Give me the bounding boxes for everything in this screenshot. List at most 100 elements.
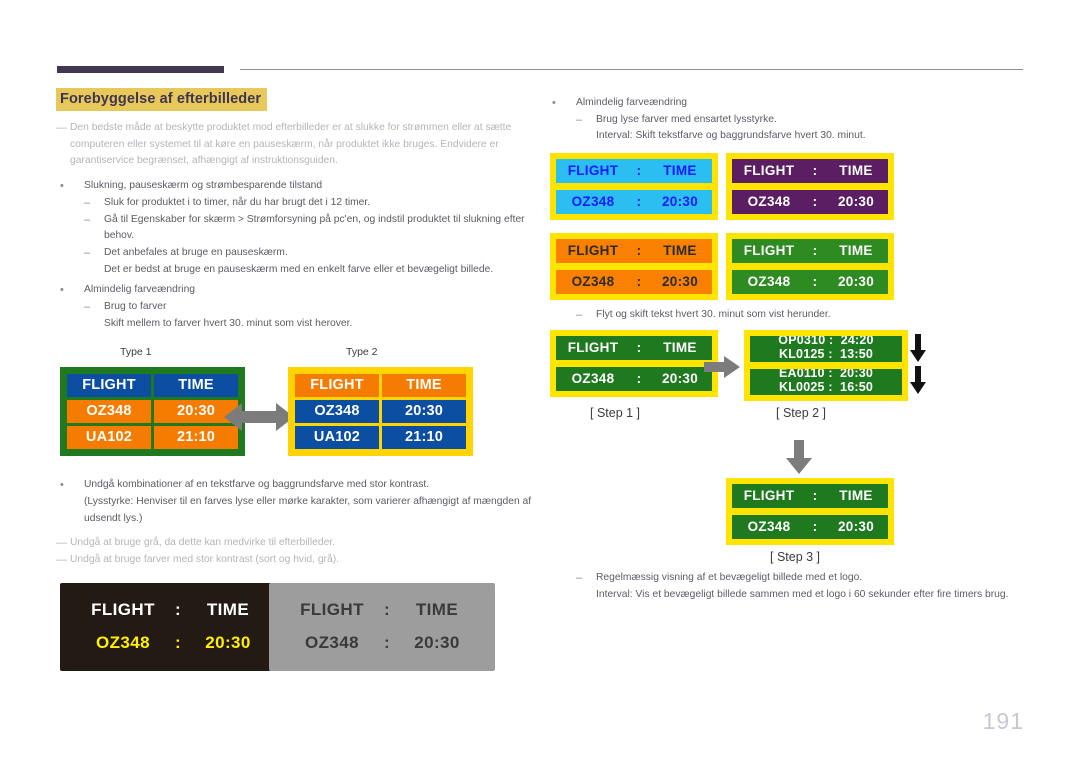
sample-dark-value-line: OZ348 : 20:30 [80,633,266,653]
bullet-r-color-change: • Almindelig farveændring [548,95,1028,112]
intro-note-text: Den bedste måde at beskytte produktet mo… [70,122,512,167]
banner-green-sep: : [812,243,818,259]
down-arrow-icon [786,439,812,474]
header-rule [240,69,1023,70]
banner-step3-time-label: TIME [839,487,873,503]
banner-step3-flight-value: OZ348 [747,518,791,534]
sample-dark-time-label: TIME [206,599,250,619]
dash-icon: – [576,113,583,126]
banner-green-time-value: 20:30 [837,274,875,290]
cell-time-header: TIME [382,374,466,398]
left-column: Forebyggelse af efterbilleder — Den beds… [56,88,546,679]
sample-boards-row: FLIGHT : TIME OZ348 : 20:30 FLIGHT : TIM… [56,582,546,679]
dash-logo-display-text: Regelmæssig visning af et bevægeligt bil… [596,571,863,583]
note-dash: — [56,122,67,135]
banner-green-time-label: TIME [839,243,873,259]
dash-bright-colors-text: Brug lyse farver med ensartet lysstyrke. [596,113,777,125]
steps-row-2: FLIGHT : TIME OZ348 : 20:30 [ Step 3 ] [548,439,1028,568]
banner-step3-time-value: 20:30 [837,518,875,534]
note-avoid-high-contrast: — Undgå at bruge farver med stor kontras… [56,552,546,569]
banner-purple-sep: : [812,163,818,179]
banner-cyan-sep-2: : [636,194,642,210]
banner-purple-sep-2: : [812,194,818,210]
double-arrow-icon [224,403,294,432]
cell-flight-header: FLIGHT [295,374,379,398]
note-dash: — [56,537,67,550]
flight-board-type1: FLIGHT TIME OZ348 20:30 UA102 21:10 [60,367,245,457]
banner-purple-time-label: TIME [839,163,873,179]
banner-step3-flight-label: FLIGHT [743,487,795,503]
banner-cyan-value: OZ348 : 20:30 [556,190,712,215]
scroll-window-1: OP0310 : 24:20 KL0125 : 13:50 [750,335,902,362]
dash-two-hours: – Sluk for produktet i to timer, når du … [56,195,546,212]
banner-orange-value: OZ348 : 20:30 [556,270,712,295]
step2-label: [ Step 2 ] [776,405,827,420]
sample-gray-header-line: FLIGHT : TIME [289,600,475,620]
table-row: UA102 21:10 [67,426,238,450]
cell-flight-header: FLIGHT [67,374,151,398]
type1-label: Type 1 [120,346,152,359]
banner-cyan-header: FLIGHT : TIME [556,159,712,184]
banner-purple-time-value: 20:30 [837,194,875,210]
sample-gray-time-label: TIME [415,599,459,619]
bullet-dot: • [60,284,64,297]
cell-time-header: TIME [154,374,238,398]
banner-step1-flight-value: OZ348 [571,370,615,386]
note-avoid-gray: — Undgå at bruge grå, da dette kan medvi… [56,535,546,552]
sample-dark-header-line: FLIGHT : TIME [80,600,266,620]
dash-logo-display-subtext: Interval: Vis et bevægeligt billede samm… [596,588,1009,600]
banner-purple-value: OZ348 : 20:30 [732,190,888,215]
cell-flight-2: UA102 [295,426,379,450]
document-page: Forebyggelse af efterbilleder — Den beds… [0,0,1080,763]
banner-orange-time-value: 20:30 [661,274,699,290]
type-labels-row: Type 1 Type 2 [56,346,546,363]
cell-flight-1: OZ348 [295,400,379,424]
banner-cyan-time-label: TIME [663,163,697,179]
scrolling-board-step2: OP0310 : 24:20 KL0125 : 13:50 EA0110 : 2… [744,329,908,401]
dash-icon: – [84,246,91,259]
dash-icon: – [576,571,583,584]
banner-orange-flight-value: OZ348 [571,274,615,290]
banner-orange-time-label: TIME [663,243,697,259]
table-row: UA102 21:10 [295,426,466,450]
scroll-w1-line2: KL0125 : 13:50 [778,346,874,361]
banner-board-purple: FLIGHT : TIME OZ348 : 20:30 [726,153,894,221]
bullet-avoid-contrast-subtext: (Lysstyrke: Henviser til en farves lyse … [84,496,532,524]
banner-step1-sep-2: : [636,370,642,386]
dash-bright-colors: – Brug lyse farver med ensartet lysstyrk… [548,112,1028,129]
flight-board-type2: FLIGHT TIME OZ348 20:30 UA102 21:10 [288,367,473,457]
banner-orange-flight-label: FLIGHT [567,243,619,259]
sample-gray-separator: : [383,599,391,619]
dash-move-text: – Flyt og skift tekst hvert 30. minut so… [548,307,1028,324]
sample-gray-flight-value: OZ348 [305,632,359,652]
bullet-dot: • [60,479,64,492]
scroll-w1-line1: OP0310 : 24:20 [778,335,874,347]
dash-move-text-text: Flyt og skift tekst hvert 30. minut som … [596,309,831,321]
cell-flight-2: UA102 [67,426,151,450]
step3-label: [ Step 3 ] [770,549,821,564]
sample-dark-flight-value: OZ348 [96,632,150,652]
dash-bright-colors-subtext: Interval: Skift tekstfarve og baggrundsf… [596,130,866,142]
bullet-color-change-text: Almindelig farveændring [84,284,196,296]
banner-board-step1: FLIGHT : TIME OZ348 : 20:30 [550,329,718,397]
sample-dark-separator: : [174,599,182,619]
banner-green-value: OZ348 : 20:30 [732,270,888,295]
banner-step3-header: FLIGHT : TIME [732,483,888,508]
sample-gray-time-value: 20:30 [414,632,460,652]
note-dash: — [56,554,67,567]
banner-board-green: FLIGHT : TIME OZ348 : 20:30 [726,233,894,301]
banner-cyan-flight-label: FLIGHT [567,163,619,179]
header-accent-bar [57,66,224,73]
cell-time-1: 20:30 [382,400,466,424]
banner-board-cyan: FLIGHT : TIME OZ348 : 20:30 [550,153,718,221]
bullet-power-off: • Slukning, pauseskærm og strømbesparend… [56,178,546,195]
page-number: 191 [982,708,1024,734]
banner-board-orange: FLIGHT : TIME OZ348 : 20:30 [550,233,718,301]
banner-purple-flight-value: OZ348 [747,194,791,210]
scroll-w2-line2: KL0025 : 16:50 [778,379,874,394]
dash-logo-display: – Regelmæssig visning af et bevægeligt b… [548,570,1028,587]
note-avoid-gray-text: Undgå at bruge grå, da dette kan medvirk… [70,537,336,549]
table-row: FLIGHT TIME [67,374,238,398]
table-row: OZ348 20:30 [67,400,238,424]
bullet-dot: • [60,180,64,193]
